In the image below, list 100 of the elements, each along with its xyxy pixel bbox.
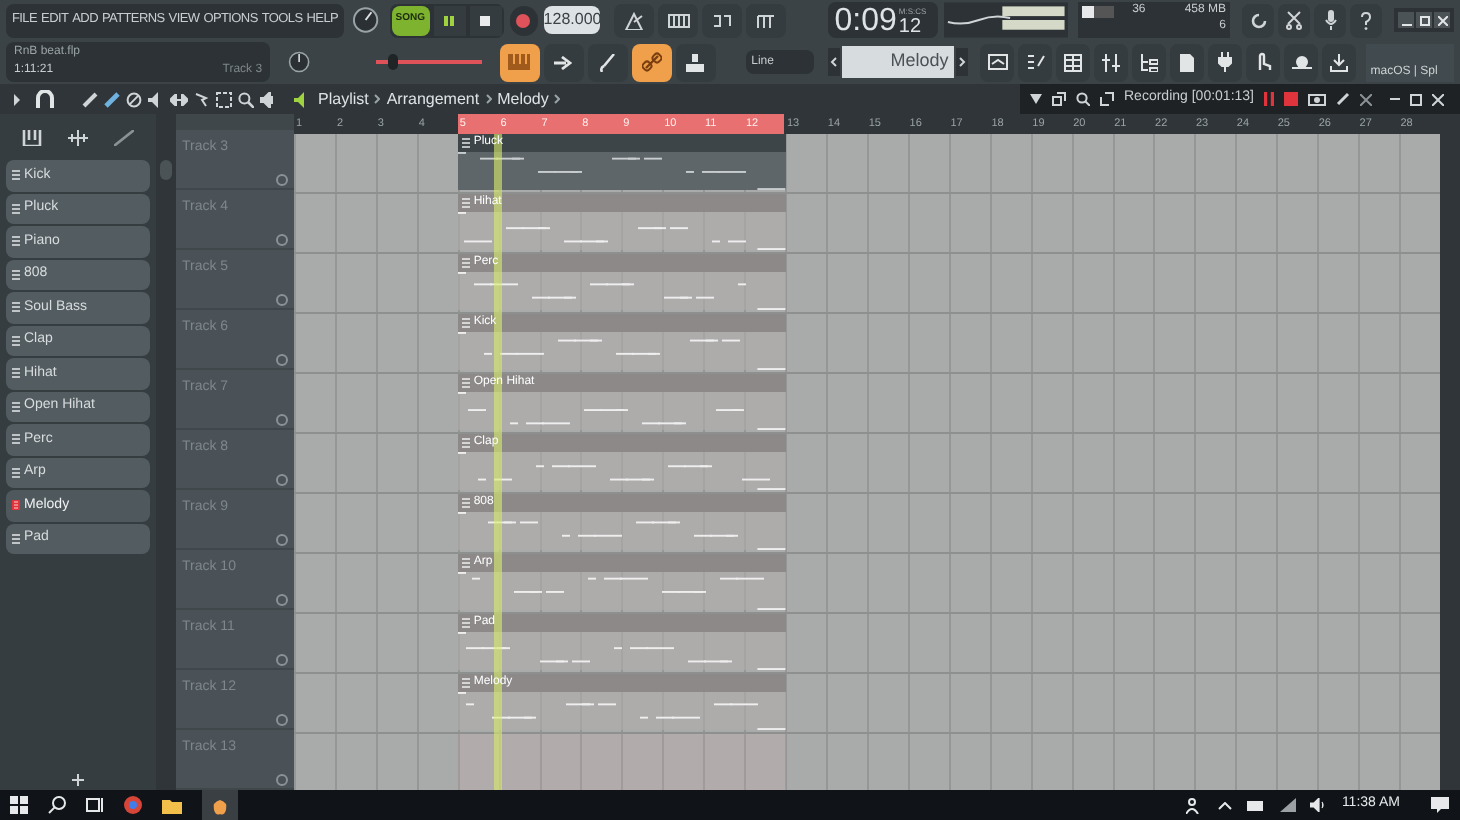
pattern-selector[interactable]: Melody xyxy=(842,46,955,78)
camera-icon[interactable] xyxy=(1308,92,1326,106)
brush-button[interactable] xyxy=(587,43,628,81)
typing-keyboard-button[interactable] xyxy=(675,43,716,81)
snail-button[interactable] xyxy=(1284,43,1319,81)
task-view-icon[interactable] xyxy=(86,796,104,814)
stop-icon xyxy=(480,15,491,25)
minimize-button[interactable] xyxy=(1398,12,1415,28)
zoom-icon[interactable] xyxy=(238,91,254,107)
slider-icon[interactable] xyxy=(114,129,135,145)
track-toggle-icon[interactable] xyxy=(276,234,288,246)
playlist-button[interactable] xyxy=(980,43,1015,81)
step-button[interactable] xyxy=(746,3,787,37)
channel-icon xyxy=(12,401,20,412)
piano-roll-button[interactable] xyxy=(1018,43,1053,81)
help-button[interactable] xyxy=(1350,3,1383,37)
speaker-icon[interactable] xyxy=(148,91,164,107)
track-toggle-icon[interactable] xyxy=(276,474,288,486)
touch-controller-button[interactable] xyxy=(1246,43,1281,81)
breadcrumb-item[interactable]: Playlist xyxy=(318,87,369,111)
close-icon[interactable] xyxy=(1432,93,1444,105)
speaker-icon[interactable] xyxy=(1309,798,1328,812)
maximize-icon[interactable] xyxy=(1410,93,1422,105)
crop-icon[interactable] xyxy=(1100,92,1114,106)
pause-icon[interactable] xyxy=(1264,92,1274,106)
arrow-right-icon[interactable] xyxy=(12,93,22,105)
keyboard-icon[interactable] xyxy=(21,129,42,145)
magnet-icon[interactable] xyxy=(36,90,54,108)
knob-icon[interactable] xyxy=(352,6,380,34)
tempo-field[interactable]: 128.000 xyxy=(544,6,601,34)
countdown-button[interactable] xyxy=(702,3,743,37)
metronome-button[interactable] xyxy=(614,3,655,37)
add-icon[interactable] xyxy=(72,774,84,786)
people-icon[interactable] xyxy=(1185,797,1204,813)
channel-icon xyxy=(12,434,20,445)
track-toggle-icon[interactable] xyxy=(276,294,288,306)
active-app-tab[interactable] xyxy=(202,790,238,820)
pattern-mode-button[interactable] xyxy=(499,43,540,81)
stop-button[interactable] xyxy=(469,5,502,35)
selection-icon[interactable] xyxy=(216,91,232,107)
track-toggle-icon[interactable] xyxy=(276,534,288,546)
battery-icon[interactable] xyxy=(1245,799,1266,811)
search-icon[interactable] xyxy=(48,796,66,814)
track-toggle-icon[interactable] xyxy=(276,174,288,186)
folder-icon[interactable] xyxy=(162,797,182,813)
browser-icon[interactable] xyxy=(124,796,142,814)
grid-icon xyxy=(1064,53,1083,71)
track-toggle-icon[interactable] xyxy=(276,774,288,786)
dropdown-icon[interactable] xyxy=(1030,94,1042,104)
speaker-icon xyxy=(294,91,310,107)
track-toggle-icon[interactable] xyxy=(276,654,288,666)
prohibited-icon[interactable] xyxy=(126,91,142,107)
project-info-button[interactable] xyxy=(1170,43,1205,81)
brush-icon[interactable] xyxy=(104,91,120,107)
master-pitch-slider[interactable] xyxy=(376,54,482,70)
windows-icon[interactable] xyxy=(1052,92,1066,106)
close-button[interactable] xyxy=(1434,12,1451,28)
download-icon xyxy=(1330,53,1349,71)
pattern-icon xyxy=(461,678,470,688)
channel-rack-button[interactable] xyxy=(1056,43,1091,81)
crosshair-icon[interactable] xyxy=(67,129,88,145)
scrollbar[interactable] xyxy=(160,160,172,180)
pause-button[interactable] xyxy=(433,5,466,35)
browser-button[interactable] xyxy=(1132,43,1167,81)
snap-button[interactable] xyxy=(543,43,584,81)
pattern-icon xyxy=(461,378,470,388)
record-button[interactable] xyxy=(509,5,539,35)
windows-logo-icon[interactable] xyxy=(10,796,28,814)
plug-icon xyxy=(1218,52,1233,72)
arrow-right-icon[interactable] xyxy=(956,48,969,76)
scrollbar-track[interactable] xyxy=(1440,114,1460,790)
refresh-button[interactable] xyxy=(1242,3,1275,37)
mixer-button[interactable] xyxy=(1094,43,1129,81)
double-arrow-icon[interactable] xyxy=(170,93,188,105)
wait-input-button[interactable] xyxy=(658,3,699,37)
breadcrumb-item[interactable]: Melody xyxy=(497,87,549,111)
close-icon[interactable] xyxy=(1360,93,1372,105)
chevron-up-icon[interactable] xyxy=(1217,801,1232,809)
cut-button[interactable] xyxy=(1278,3,1311,37)
minimize-icon[interactable] xyxy=(1390,97,1400,101)
arrow-left-icon[interactable] xyxy=(828,48,841,76)
pencil-icon[interactable] xyxy=(82,91,98,107)
track-toggle-icon[interactable] xyxy=(276,714,288,726)
slider-thumb[interactable] xyxy=(388,54,399,70)
track-toggle-icon[interactable] xyxy=(276,354,288,366)
link-button[interactable] xyxy=(631,43,672,81)
chevron-right-icon xyxy=(554,94,561,104)
plugin-button[interactable] xyxy=(1208,43,1243,81)
track-toggle-icon[interactable] xyxy=(276,414,288,426)
wifi-icon[interactable] xyxy=(1279,798,1296,812)
pen-icon[interactable] xyxy=(1336,92,1350,106)
notification-icon[interactable] xyxy=(1430,796,1450,814)
knob-icon[interactable] xyxy=(288,48,311,76)
track-toggle-icon[interactable] xyxy=(276,594,288,606)
breadcrumb-item[interactable]: Arrangement xyxy=(386,87,480,111)
maximize-button[interactable] xyxy=(1416,12,1433,28)
speaker-icon[interactable] xyxy=(260,91,276,107)
microphone-button[interactable] xyxy=(1314,3,1347,37)
search-icon[interactable] xyxy=(1076,92,1090,106)
download-button[interactable] xyxy=(1322,43,1357,81)
